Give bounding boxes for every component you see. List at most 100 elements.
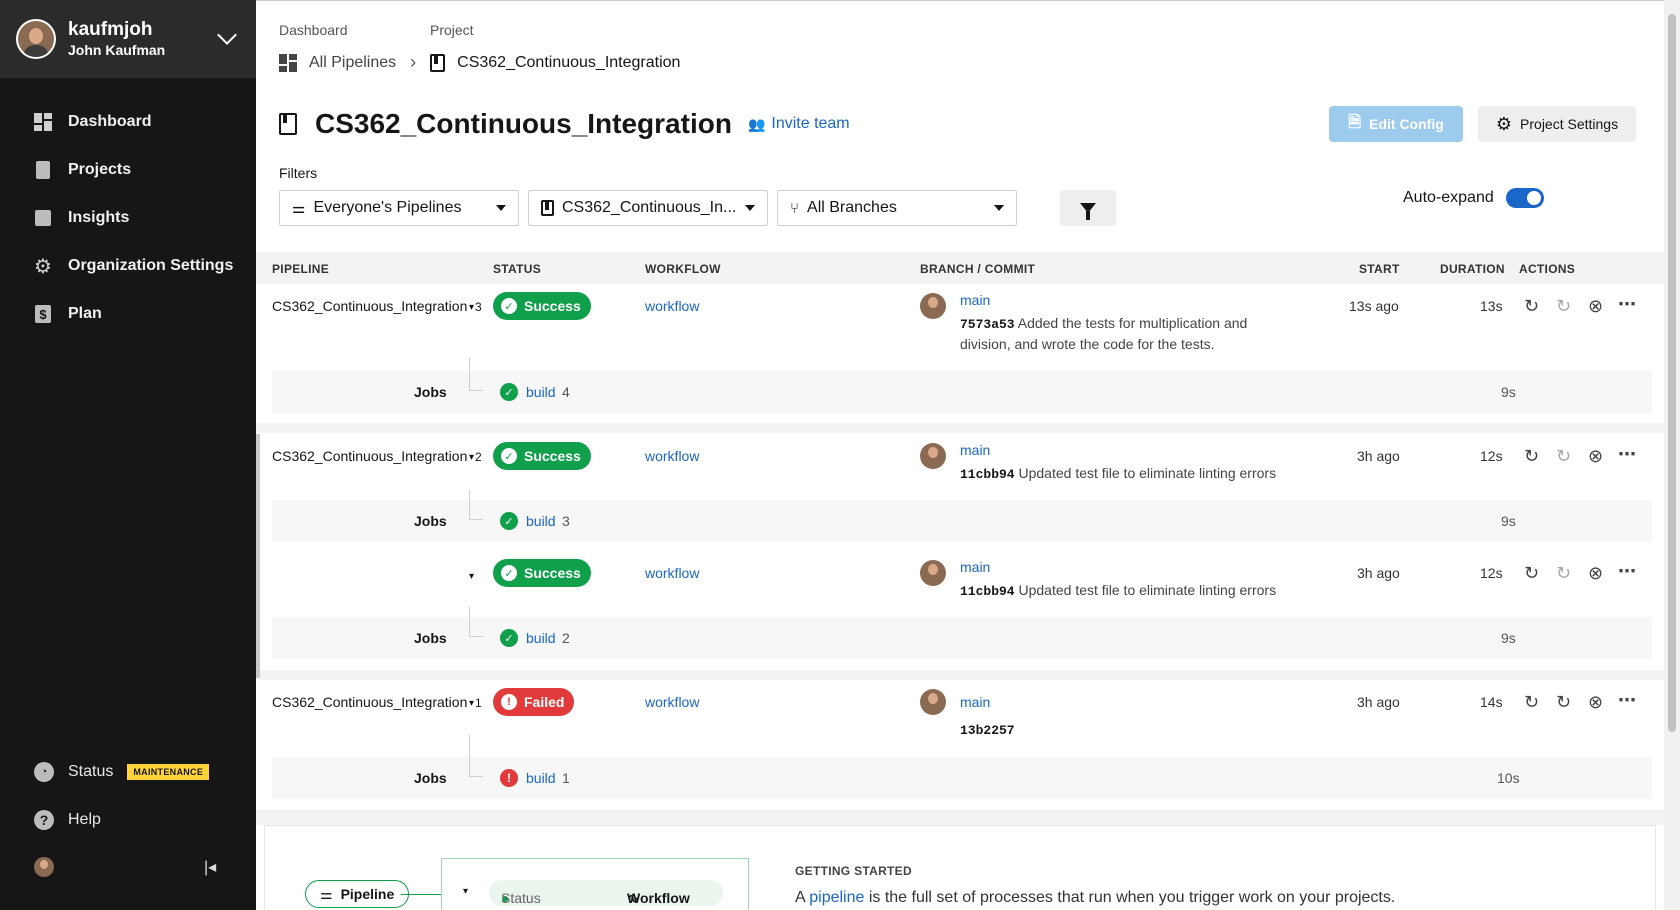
collapse-sidebar-icon[interactable]: |◂ (204, 857, 216, 877)
alert-icon: ! (500, 769, 518, 787)
chevron-down-icon[interactable]: ▾ (469, 452, 474, 463)
auto-expand-toggle[interactable] (1505, 188, 1544, 208)
rerun-icon[interactable]: ↻ (1524, 563, 1539, 584)
breadcrumb-dashboard-label: Dashboard (279, 22, 348, 38)
sidebar-item-plan[interactable]: $ Plan (0, 290, 256, 338)
avatar[interactable] (34, 857, 54, 877)
project-settings-button[interactable]: ⚙ Project Settings (1478, 106, 1636, 142)
pipeline-link[interactable]: pipeline (809, 889, 864, 906)
workflow-link[interactable]: workflow (645, 448, 699, 464)
avatar (920, 560, 946, 586)
job-link[interactable]: build (526, 770, 556, 786)
commit-hash[interactable]: 11cbb94 (960, 467, 1015, 482)
workflow-link[interactable]: workflow (645, 565, 699, 581)
job-number: 2 (562, 630, 570, 646)
sidebar-item-organization-settings[interactable]: ⚙ Organization Settings (0, 242, 256, 290)
rerun-icon[interactable]: ↻ (1524, 296, 1539, 317)
page-title: CS362_Continuous_Integration (315, 108, 732, 139)
invite-team-link[interactable]: 👥 Invite team (748, 115, 850, 133)
pipelines-filter-select[interactable]: ⚌ Everyone's Pipelines (279, 190, 519, 226)
gear-icon: ⚙ (1495, 113, 1513, 134)
branches-filter-select[interactable]: ⑂ All Branches (777, 190, 1017, 226)
cancel-icon[interactable]: ⊗ (1588, 296, 1603, 317)
workflow-link[interactable]: workflow (645, 298, 699, 314)
column-header-duration: DURATION (1440, 262, 1505, 276)
row-separator (256, 670, 1664, 680)
branch-link[interactable]: main (960, 694, 990, 710)
filter-button[interactable] (1060, 190, 1116, 226)
insights-icon (34, 209, 52, 227)
rerun-failed-icon[interactable]: ↻ (1556, 296, 1571, 317)
status-badge[interactable]: ✓ Success (493, 442, 591, 470)
branch-link[interactable]: main (960, 559, 990, 575)
sidebar-item-dashboard[interactable]: Dashboard (0, 98, 256, 146)
status-badge[interactable]: ✓ Success (493, 559, 591, 587)
start-time: 3h ago (1357, 694, 1400, 710)
workflow-link[interactable]: workflow (645, 694, 699, 710)
rerun-icon[interactable]: ↻ (1524, 446, 1539, 467)
edit-config-button[interactable]: 🗎 Edit Config (1329, 106, 1463, 142)
chevron-down-icon[interactable] (217, 25, 237, 45)
status-label: Status (68, 763, 114, 780)
sidebar-item-label: Insights (68, 209, 130, 226)
job-duration: 9s (1501, 384, 1516, 400)
more-icon[interactable]: ⋯ (1618, 294, 1636, 315)
project-filter-select[interactable]: CS362_Continuous_In... (528, 190, 768, 226)
commit-hash[interactable]: 13b2257 (960, 723, 1015, 738)
sidebar-nav: Dashboard Projects Insights ⚙ Organizati… (0, 98, 256, 338)
chevron-down-icon (745, 205, 755, 211)
job-link[interactable]: build (526, 513, 556, 529)
project-settings-label: Project Settings (1520, 116, 1619, 132)
cancel-icon[interactable]: ⊗ (1588, 446, 1603, 467)
job-link[interactable]: build (526, 630, 556, 646)
branch-link[interactable]: main (960, 292, 990, 308)
rerun-failed-icon[interactable]: ↻ (1556, 692, 1571, 713)
sidebar-item-projects[interactable]: Projects (0, 146, 256, 194)
selection-marker (256, 434, 260, 678)
branches-filter-value: All Branches (807, 199, 897, 216)
sidebar: kaufmjoh John Kaufman Dashboard Projects… (0, 0, 256, 910)
rerun-failed-icon[interactable]: ↻ (1556, 563, 1571, 584)
pipeline-name[interactable]: CS362_Continuous_Integration (272, 448, 467, 464)
scrollbar[interactable] (1664, 0, 1680, 910)
chevron-down-icon[interactable]: ▾ (469, 698, 474, 709)
auto-expand-label: Auto-expand (1403, 189, 1494, 206)
rerun-failed-icon[interactable]: ↻ (1556, 446, 1571, 467)
commit-message: Added the tests for multiplication and (1017, 315, 1248, 331)
tree-connector (469, 735, 483, 777)
sidebar-item-label: Projects (68, 161, 132, 178)
check-icon: ✓ (500, 383, 518, 401)
status-link[interactable]: ◔ Status MAINTENANCE (0, 748, 256, 796)
breadcrumb: All Pipelines › CS362_Continuous_Integra… (279, 52, 680, 73)
more-icon[interactable]: ⋯ (1618, 444, 1636, 465)
help-link[interactable]: ? Help (0, 796, 256, 844)
user-menu[interactable]: kaufmjoh John Kaufman (0, 0, 256, 78)
chevron-down-icon[interactable]: ▾ (469, 571, 474, 582)
dashboard-icon (34, 113, 52, 131)
breadcrumb-project[interactable]: CS362_Continuous_Integration (457, 54, 680, 72)
cancel-icon[interactable]: ⊗ (1588, 563, 1603, 584)
getting-started-heading: GETTING STARTED (795, 864, 912, 878)
scrollbar-thumb[interactable] (1668, 14, 1676, 732)
rerun-icon[interactable]: ↻ (1524, 692, 1539, 713)
cancel-icon[interactable]: ⊗ (1588, 692, 1603, 713)
status-label: Success (524, 298, 581, 314)
people-icon: 👥 (747, 115, 766, 132)
column-header-workflow: WORKFLOW (645, 262, 721, 276)
sidebar-item-insights[interactable]: Insights (0, 194, 256, 242)
funnel-icon (1080, 203, 1096, 220)
breadcrumb-all-pipelines[interactable]: All Pipelines (309, 54, 396, 72)
status-badge[interactable]: ✓ Success (493, 292, 591, 320)
pipeline-name[interactable]: CS362_Continuous_Integration (272, 298, 467, 314)
chevron-right-icon: › (410, 52, 417, 72)
more-icon[interactable]: ⋯ (1618, 561, 1636, 582)
branch-link[interactable]: main (960, 442, 990, 458)
more-icon[interactable]: ⋯ (1618, 690, 1636, 711)
commit-hash[interactable]: 11cbb94 (960, 584, 1015, 599)
pipeline-name[interactable]: CS362_Continuous_Integration (272, 694, 467, 710)
project-icon (279, 113, 297, 135)
status-badge[interactable]: ! Failed (493, 688, 575, 716)
job-link[interactable]: build (526, 384, 556, 400)
chevron-down-icon[interactable]: ▾ (469, 302, 474, 313)
commit-hash[interactable]: 7573a53 (960, 317, 1015, 332)
